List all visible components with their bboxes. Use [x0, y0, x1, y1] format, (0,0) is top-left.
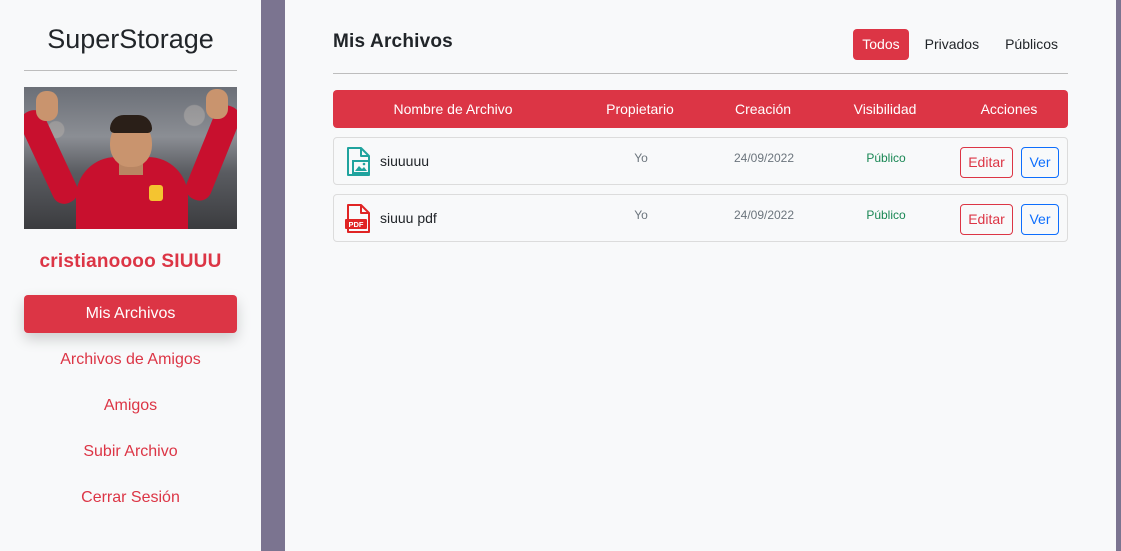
file-name[interactable]: siuuuuu [380, 153, 429, 169]
table-header: Nombre de Archivo Propietario Creación V… [333, 90, 1068, 128]
edit-button[interactable]: Editar [960, 204, 1013, 235]
file-owner: Yo [634, 151, 648, 165]
image-file-icon [344, 147, 372, 177]
filter-publicos[interactable]: Públicos [995, 29, 1068, 60]
nav-item-subir-archivo[interactable]: Subir Archivo [24, 433, 237, 471]
view-button[interactable]: Ver [1021, 147, 1059, 178]
view-button[interactable]: Ver [1021, 204, 1059, 235]
filter-tabs: Todos Privados Públicos [847, 29, 1068, 60]
sidebar-nav: Mis Archivos Archivos de Amigos Amigos S… [24, 295, 237, 525]
table-row: PDF siuuu pdf Yo 24/09/2022 Público Edit… [333, 194, 1068, 242]
file-created-date: 24/09/2022 [733, 208, 795, 222]
pdf-file-icon: PDF [344, 204, 372, 234]
brand-title: SuperStorage [24, 24, 237, 71]
filter-todos[interactable]: Todos [853, 29, 909, 60]
table-row: siuuuuu Yo 24/09/2022 Público Editar Ver [333, 137, 1068, 185]
column-header-owner: Propietario [606, 101, 674, 117]
sidebar: SuperStorage cristianoooo SIUUU Mis Arch… [0, 0, 261, 551]
file-visibility: Público [866, 208, 906, 222]
username: cristianoooo SIUUU [39, 251, 222, 272]
filter-privados[interactable]: Privados [915, 29, 989, 60]
column-header-actions: Acciones [980, 101, 1038, 117]
nav-item-cerrar-sesion[interactable]: Cerrar Sesión [24, 479, 237, 517]
window-edge [1116, 0, 1121, 551]
column-header-visibility: Visibilidad [853, 101, 917, 117]
file-created-date: 24/09/2022 [733, 151, 795, 165]
column-header-created: Creación [734, 101, 792, 117]
nav-item-mis-archivos[interactable]: Mis Archivos [24, 295, 237, 333]
edit-button[interactable]: Editar [960, 147, 1013, 178]
nav-item-amigos[interactable]: Amigos [24, 387, 237, 425]
page-title: Mis Archivos [333, 31, 453, 52]
main-content: Mis Archivos Todos Privados Públicos Nom… [285, 0, 1116, 551]
file-visibility: Público [866, 151, 906, 165]
app-window: SuperStorage cristianoooo SIUUU Mis Arch… [0, 0, 1121, 551]
nav-item-archivos-de-amigos[interactable]: Archivos de Amigos [24, 341, 237, 379]
file-name[interactable]: siuuu pdf [380, 210, 437, 226]
page-header: Mis Archivos Todos Privados Públicos [333, 0, 1068, 74]
file-owner: Yo [634, 208, 648, 222]
column-header-name: Nombre de Archivo [393, 101, 513, 117]
avatar [24, 87, 237, 229]
svg-text:PDF: PDF [349, 220, 364, 229]
